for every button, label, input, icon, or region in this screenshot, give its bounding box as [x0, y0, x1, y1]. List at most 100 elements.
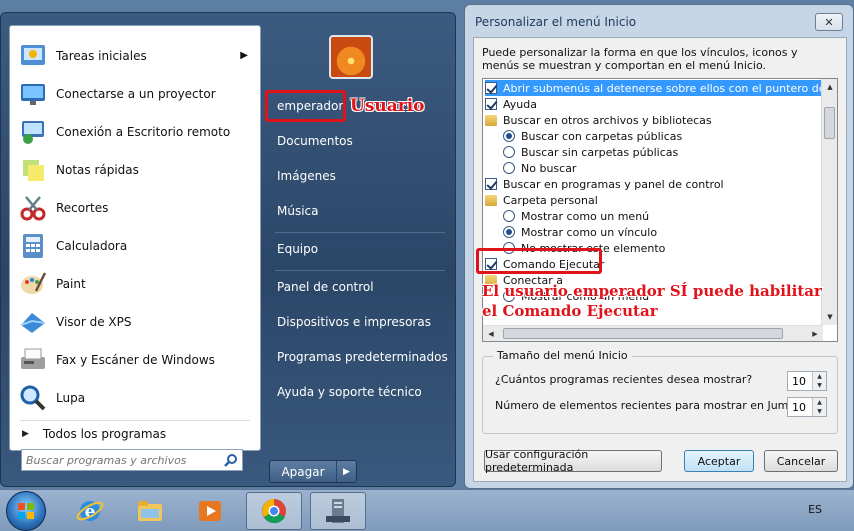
taskbar-ie[interactable]: e: [62, 492, 118, 530]
radio[interactable]: [503, 226, 515, 238]
submenu-arrow-icon: ▶: [240, 50, 248, 61]
shutdown-button[interactable]: Apagar: [270, 461, 336, 482]
group-title: Tamaño del menú Inicio: [493, 349, 632, 362]
program-sticky-notes[interactable]: Notas rápidas: [14, 152, 258, 188]
stepper-down-icon[interactable]: ▼: [813, 407, 826, 416]
arrow-right-icon: ▶: [22, 429, 29, 439]
radio[interactable]: [503, 146, 515, 158]
program-xps-viewer[interactable]: Visor de XPS: [14, 304, 258, 340]
search-input[interactable]: [26, 451, 222, 469]
checkbox[interactable]: [485, 82, 497, 94]
option-label: Buscar en otros archivos y bibliotecas: [503, 113, 712, 127]
option-no-search[interactable]: No buscar: [503, 160, 576, 176]
close-button[interactable]: ✕: [815, 13, 843, 31]
xps-viewer-icon: [20, 313, 46, 333]
help-support-link[interactable]: Ayuda y soporte técnico: [271, 377, 451, 407]
option-label: Buscar en programas y panel de control: [503, 177, 724, 191]
customize-start-menu-dialog: Personalizar el menú Inicio ✕ Puede pers…: [464, 4, 854, 489]
scroll-down-icon[interactable]: ▼: [822, 309, 837, 325]
option-label: No buscar: [521, 161, 577, 175]
stepper-down-icon[interactable]: ▼: [813, 381, 826, 390]
programs-panel: Tareas iniciales ▶ Conectarse a un proye…: [9, 25, 261, 451]
program-label: Fax y Escáner de Windows: [56, 353, 215, 367]
program-snipping[interactable]: Recortes: [14, 190, 258, 226]
media-player-icon: [199, 501, 221, 521]
close-icon: ✕: [824, 15, 834, 29]
taskbar: e ES: [0, 489, 854, 531]
devices-printers-link[interactable]: Dispositivos e impresoras: [271, 307, 451, 337]
stepper-value: 10: [792, 374, 806, 388]
paint-icon: [21, 272, 47, 294]
option-label: Buscar sin carpetas públicas: [521, 145, 679, 159]
horizontal-scrollbar[interactable]: ◀ ▶: [483, 325, 823, 341]
jump-list-label: Número de elementos recientes para mostr…: [495, 399, 822, 412]
option-label: Abrir submenús al detenerse sobre ellos …: [503, 81, 838, 95]
option-open-submenus[interactable]: Abrir submenús al detenerse sobre ellos …: [485, 80, 837, 96]
recent-programs-stepper[interactable]: 10 ▲ ▼: [787, 371, 827, 391]
scroll-thumb[interactable]: [503, 328, 783, 339]
documents-link[interactable]: Documentos: [271, 126, 451, 156]
sticky-notes-icon: [23, 160, 44, 181]
search-icon[interactable]: [222, 451, 240, 469]
scroll-thumb[interactable]: [824, 107, 835, 139]
taskbar-chrome[interactable]: [246, 492, 302, 530]
program-label: Calculadora: [56, 239, 128, 253]
option-show-as-link[interactable]: Mostrar como un vínculo: [503, 224, 657, 240]
option-search-no-public[interactable]: Buscar sin carpetas públicas: [503, 144, 678, 160]
user-picture-avatar[interactable]: [329, 35, 373, 79]
scroll-up-icon[interactable]: ▲: [822, 79, 837, 95]
taskbar-server-manager[interactable]: [310, 492, 366, 530]
dialog-title: Personalizar el menú Inicio: [475, 15, 637, 29]
shutdown-options-arrow-icon[interactable]: ▶: [336, 461, 356, 482]
default-programs-link[interactable]: Programas predeterminados: [271, 342, 451, 372]
computer-link[interactable]: Equipo: [271, 234, 451, 264]
taskbar-media-player[interactable]: [182, 492, 238, 530]
recent-programs-label: ¿Cuántos programas recientes desea mostr…: [495, 373, 753, 386]
internet-explorer-icon: e: [76, 501, 104, 522]
use-defaults-button[interactable]: Usar configuración predeterminada: [484, 448, 662, 474]
taskbar-explorer[interactable]: [122, 492, 178, 530]
option-label: Carpeta personal: [503, 193, 598, 207]
chrome-icon: [262, 499, 286, 524]
radio[interactable]: [503, 210, 515, 222]
program-projector[interactable]: Conectarse a un proyector: [14, 76, 258, 112]
vertical-scrollbar[interactable]: ▲ ▼: [821, 79, 837, 325]
program-label: Conexión a Escritorio remoto: [56, 125, 231, 139]
music-link[interactable]: Música: [271, 196, 451, 226]
program-remote-desktop[interactable]: Conexión a Escritorio remoto: [14, 114, 258, 150]
program-label: Notas rápidas: [56, 163, 139, 177]
scroll-left-icon[interactable]: ◀: [483, 326, 499, 341]
program-getting-started[interactable]: Tareas iniciales ▶: [14, 38, 258, 74]
checkbox[interactable]: [485, 178, 497, 190]
jump-list-stepper[interactable]: 10 ▲ ▼: [787, 397, 827, 417]
annotation-note-line2: el Comando Ejecutar: [482, 302, 658, 320]
start-menu: Tareas iniciales ▶ Conectarse a un proye…: [0, 12, 456, 487]
program-calculator[interactable]: Calculadora: [14, 228, 258, 264]
divider: [20, 420, 250, 421]
program-label: Visor de XPS: [56, 315, 132, 329]
program-magnifier[interactable]: Lupa: [14, 380, 258, 416]
program-label: Conectarse a un proyector: [56, 87, 216, 101]
language-indicator[interactable]: ES: [808, 503, 822, 516]
program-paint[interactable]: Paint: [14, 266, 258, 302]
stepper-up-icon[interactable]: ▲: [813, 398, 826, 407]
start-button[interactable]: [6, 491, 46, 531]
search-box: [21, 449, 243, 471]
all-programs-button[interactable]: ▶ Todos los programas: [14, 424, 258, 444]
cancel-button[interactable]: Cancelar: [764, 450, 838, 472]
option-search-files-group: Buscar en otros archivos y bibliotecas: [485, 112, 712, 128]
projector-icon: [21, 84, 45, 105]
stepper-up-icon[interactable]: ▲: [813, 372, 826, 381]
images-link[interactable]: Imágenes: [271, 161, 451, 191]
option-help[interactable]: Ayuda: [485, 96, 537, 112]
option-search-programs[interactable]: Buscar en programas y panel de control: [485, 176, 724, 192]
option-show-as-menu[interactable]: Mostrar como un menú: [503, 208, 649, 224]
ok-button[interactable]: Aceptar: [684, 450, 754, 472]
program-fax-scanner[interactable]: Fax y Escáner de Windows: [14, 342, 258, 378]
option-search-public[interactable]: Buscar con carpetas públicas: [503, 128, 682, 144]
checkbox[interactable]: [485, 98, 497, 110]
control-panel-link[interactable]: Panel de control: [271, 272, 451, 302]
radio[interactable]: [503, 130, 515, 142]
scroll-right-icon[interactable]: ▶: [807, 326, 823, 341]
radio[interactable]: [503, 162, 515, 174]
